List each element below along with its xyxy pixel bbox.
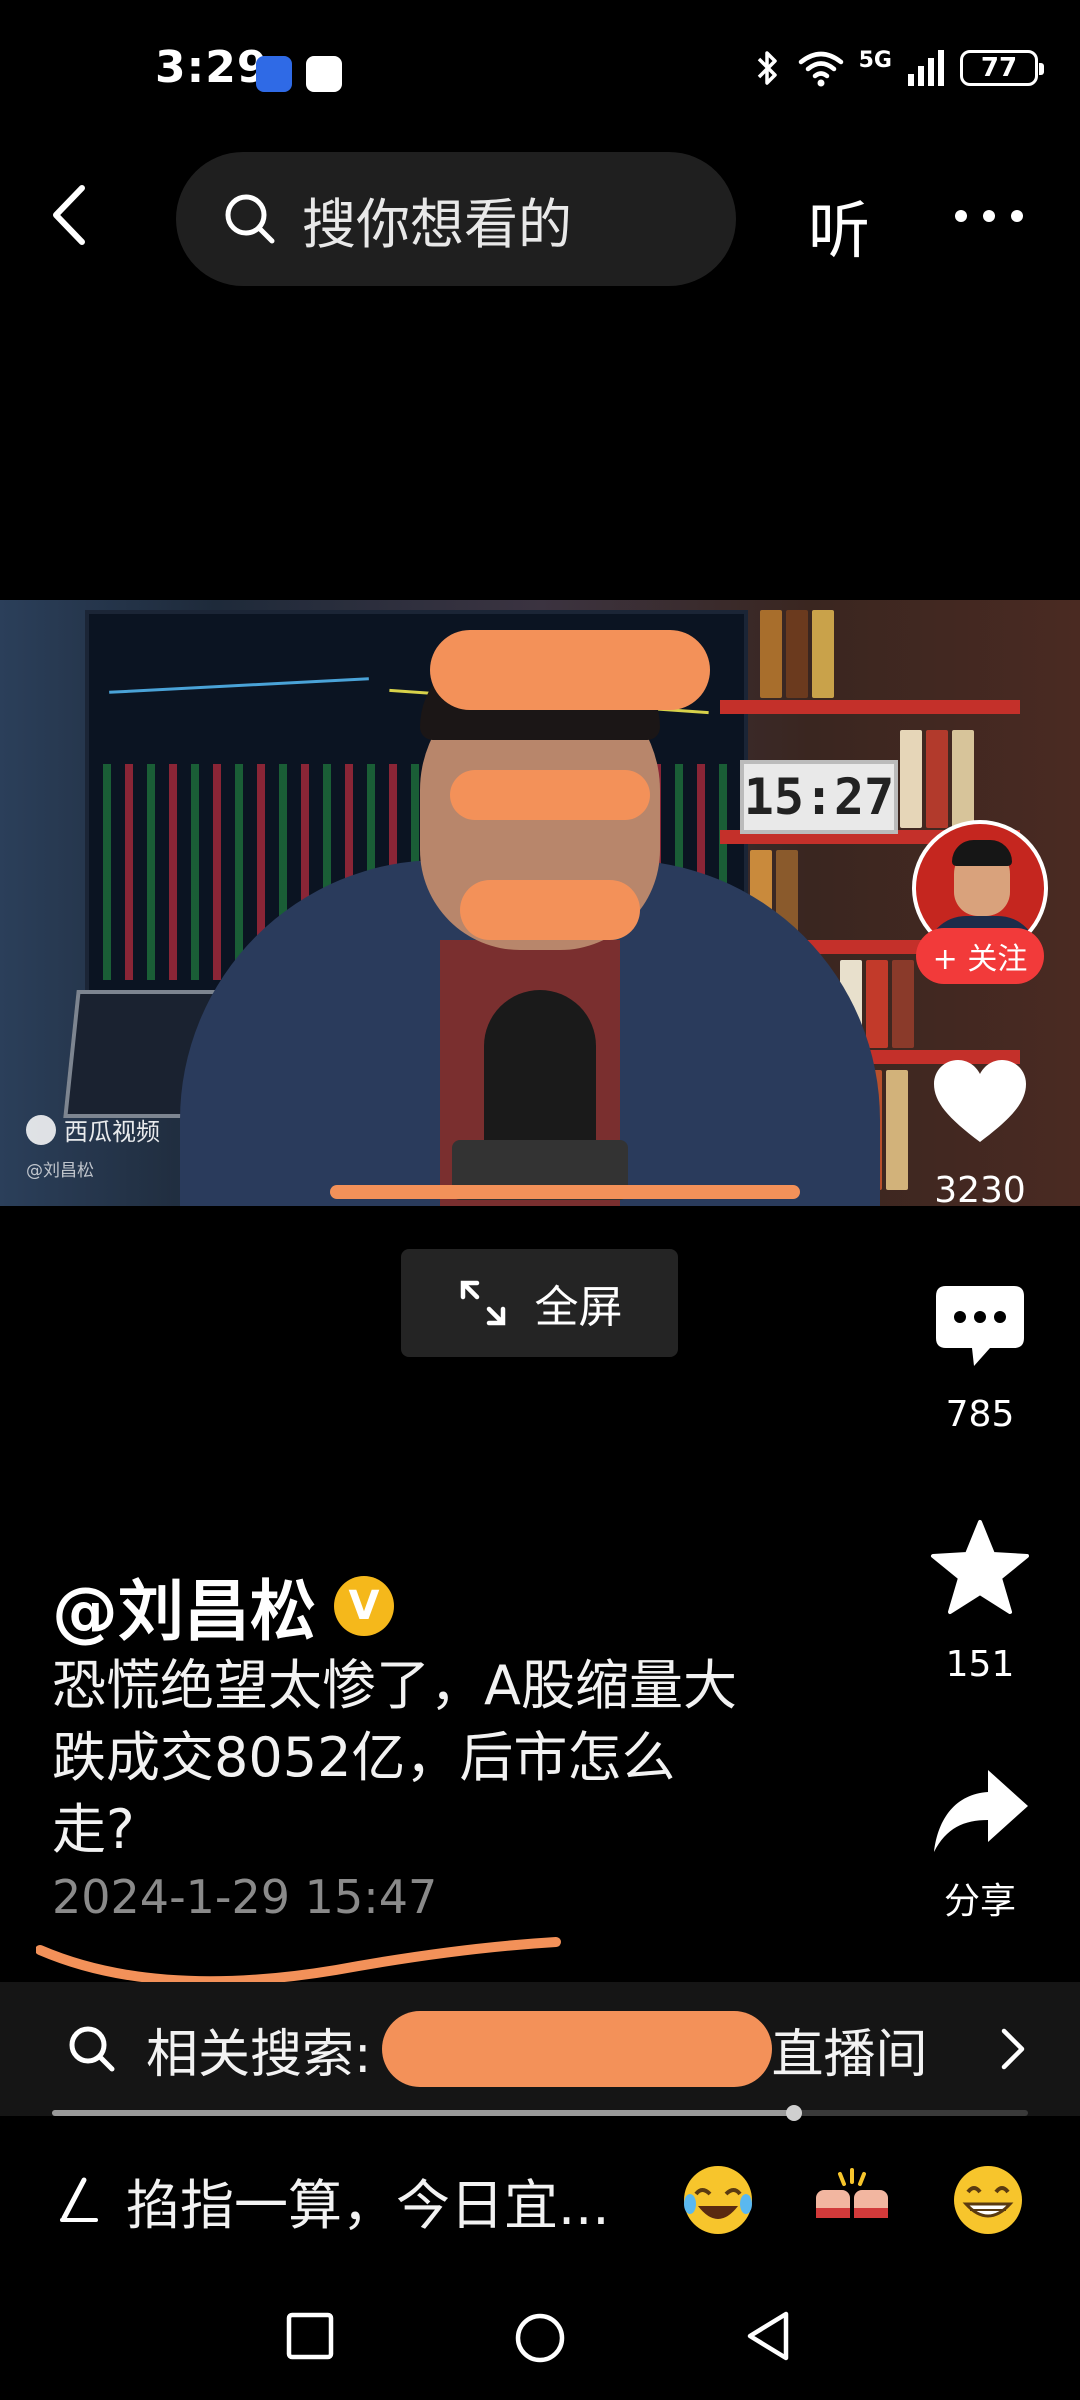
signal-icon: [908, 50, 944, 86]
playback-progress-fill: [52, 2110, 794, 2116]
chat-app-icon: [306, 56, 342, 92]
status-time: 3:29: [155, 42, 269, 93]
playback-progress-bar[interactable]: [52, 2105, 1028, 2121]
laugh-cry-emoji-icon[interactable]: [678, 2160, 758, 2240]
home-icon[interactable]: [512, 2310, 568, 2366]
more-options-icon[interactable]: [955, 210, 1023, 222]
follow-button[interactable]: + 关注: [916, 928, 1044, 984]
search-icon: [225, 194, 275, 244]
verified-badge-icon: V: [334, 1576, 394, 1636]
wifi-icon: [798, 51, 843, 87]
search-input[interactable]: 搜你想看的: [176, 152, 736, 286]
caption-line: 走?: [52, 1798, 135, 1861]
top-nav: 搜你想看的 听: [0, 140, 1080, 290]
battery-level: 77: [980, 53, 1018, 83]
caption-line: 跌成交8052亿，后市怎么: [52, 1726, 676, 1789]
fullscreen-expand-icon: [460, 1280, 505, 1326]
battery-indicator: 77: [960, 50, 1044, 86]
network-type-label: 5G: [858, 47, 892, 73]
post-date: 2024-1-29 15:47: [52, 1870, 438, 1924]
microphone: [484, 990, 596, 1160]
fist-bump-emoji-icon[interactable]: [812, 2160, 892, 2240]
related-search-suffix: 直播间: [771, 2024, 928, 2085]
redaction-scribble: [330, 1185, 800, 1199]
recent-apps-icon[interactable]: [284, 2310, 336, 2362]
share-label: 分享: [943, 1881, 1016, 1922]
redaction-scribble: [381, 2011, 772, 2087]
comment-input-bar[interactable]: 掐指一算，今日宜...: [0, 2140, 1080, 2260]
video-watermark: 西瓜视频: [26, 1112, 160, 1147]
grin-emoji-icon[interactable]: [948, 2160, 1028, 2240]
share-arrow-icon[interactable]: [928, 1760, 1032, 1864]
fullscreen-button[interactable]: 全屏: [401, 1249, 678, 1357]
like-count: 3230: [934, 1170, 1026, 1211]
status-indicators: 5G 77: [753, 47, 1044, 88]
desk-clock: 15:27: [740, 760, 898, 834]
search-icon: [69, 2026, 115, 2072]
post-caption: 恐慌绝望太惨了，A股缩量大 跌成交8052亿，后市怎么 走?: [52, 1650, 812, 1866]
system-back-icon[interactable]: [742, 2310, 794, 2362]
related-search-label: 相关搜索:: [146, 2024, 372, 2085]
comment-input[interactable]: 掐指一算，今日宜...: [126, 2161, 610, 2240]
system-nav-bar: [0, 2280, 1080, 2400]
chevron-right-icon[interactable]: [998, 2027, 1028, 2071]
favorite-star-icon[interactable]: [928, 1516, 1032, 1620]
watermark-label: 西瓜视频: [64, 1118, 160, 1146]
fullscreen-label: 全屏: [534, 1282, 623, 1333]
related-search-bar[interactable]: 相关搜索: 直播间: [0, 1982, 1080, 2116]
status-bar: 3:29 5G 77: [0, 0, 1080, 140]
playback-progress-handle[interactable]: [785, 2105, 802, 2121]
author-handle[interactable]: @刘昌松: [52, 1558, 316, 1654]
comment-count: 785: [945, 1394, 1015, 1435]
caption-line: 恐慌绝望太惨了，A股缩量大: [52, 1654, 737, 1717]
xigua-logo-icon: [26, 1114, 56, 1145]
like-heart-icon[interactable]: [928, 1052, 1032, 1156]
back-icon[interactable]: [40, 180, 110, 250]
watermark-author: @刘昌松: [26, 1161, 94, 1181]
vpn-app-icon: [256, 56, 292, 92]
redaction-scribble: [450, 770, 650, 820]
redaction-scribble: [430, 630, 710, 710]
video-detail-page: 3:29 5G 77 搜你想看的 听 15:27 西瓜视频 @刘昌松 + 关注 …: [0, 0, 1080, 2400]
comment-icon[interactable]: [928, 1272, 1032, 1376]
favorite-count: 151: [945, 1644, 1015, 1685]
listen-button[interactable]: 听: [808, 180, 870, 270]
redaction-scribble: [460, 880, 640, 940]
bluetooth-icon: [757, 51, 777, 85]
author-name[interactable]: @刘昌松 V: [52, 1558, 394, 1654]
pen-icon: [60, 2177, 98, 2222]
search-placeholder: 搜你想看的: [302, 192, 572, 256]
